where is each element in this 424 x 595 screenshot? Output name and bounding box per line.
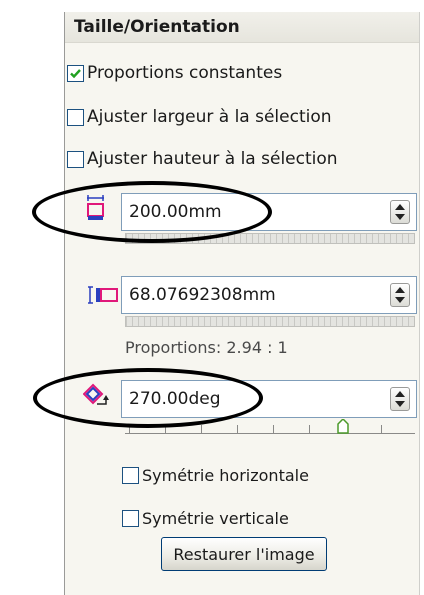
width-scale[interactable] [125,316,415,327]
slider-tick [309,425,310,433]
fit-height-label: Ajuster hauteur à la sélection [87,149,338,169]
slider-tick [273,425,274,433]
height-spinner[interactable] [390,200,410,224]
symmetry-vertical-checkbox[interactable] [122,510,139,527]
fit-width-label: Ajuster largeur à la sélection [87,107,332,127]
fit-width-row[interactable]: Ajuster largeur à la sélection [67,107,332,127]
panel-title: Taille/Orientation [74,17,240,37]
width-value: 68.07692308mm [129,285,276,305]
width-field[interactable]: 68.07692308mm [121,276,417,314]
symmetry-vertical-row[interactable]: Symétrie verticale [122,509,289,528]
checkmark-icon [70,68,81,78]
slider-tick [237,425,238,433]
symmetry-horizontal-checkbox[interactable] [122,467,139,484]
symmetry-vertical-label: Symétrie verticale [142,509,289,528]
spin-arrows-icon [395,204,405,220]
keep-proportions-row[interactable]: Proportions constantes [67,63,282,83]
slider-thumb[interactable] [337,419,349,434]
annotation-ellipse-height [32,181,272,243]
keep-proportions-checkbox[interactable] [67,64,84,82]
slider-tick [381,425,382,433]
symmetry-horizontal-row[interactable]: Symétrie horizontale [122,466,309,485]
annotation-ellipse-angle [33,368,263,428]
keep-proportions-label: Proportions constantes [87,63,283,83]
panel-header: Taille/Orientation [65,12,419,43]
spin-arrows-icon [395,391,405,407]
slider-tick [201,425,202,433]
fit-width-checkbox[interactable] [67,108,84,126]
symmetry-horizontal-label: Symétrie horizontale [142,466,309,485]
spin-arrows-icon [395,287,405,303]
width-icon [88,286,118,304]
fit-height-row[interactable]: Ajuster hauteur à la sélection [67,149,338,169]
proportions-text: Proportions: 2.94 : 1 [125,338,288,357]
fit-height-checkbox[interactable] [67,150,84,168]
width-spinner[interactable] [390,283,410,307]
angle-spinner[interactable] [390,387,410,411]
restore-image-button[interactable]: Restaurer l'image [161,537,327,571]
